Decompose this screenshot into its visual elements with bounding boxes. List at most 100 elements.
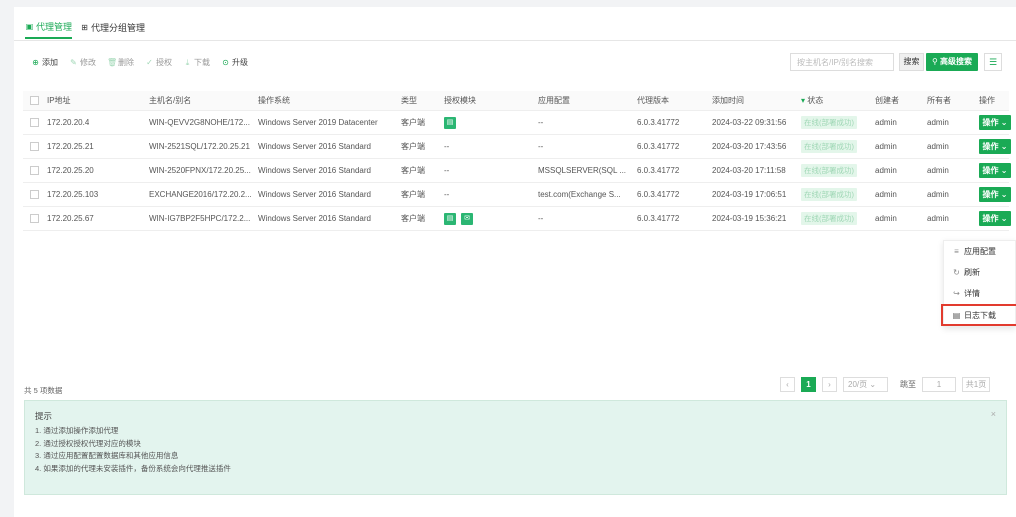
col-app-config[interactable]: 应用配置 [538,91,570,110]
cell-add-time: 2024-03-19 17:06:51 [712,190,787,199]
cell-host: EXCHANGE2016/172.20.2... [149,190,252,199]
status-badge: 在线(部署成功) [801,188,857,202]
upgrade-button[interactable]: ⊙ 升级 [221,57,248,68]
cell-modules: ▤ ✉ [444,207,478,230]
col-host[interactable]: 主机名/别名 [149,91,191,110]
menu-item-details[interactable]: ↪ 详情 [944,283,1015,304]
actions-button[interactable]: 操作 ⌄ [979,115,1011,130]
row-checkbox[interactable] [30,166,39,175]
actions-label: 操作 [982,166,999,175]
tip-line: 4. 如果添加的代理未安装插件，备份系统会向代理推送插件 [35,463,231,473]
menu-item-app-config[interactable]: ≡ 应用配置 [944,241,1015,262]
tab-divider [14,40,1016,41]
edit-button[interactable]: ✎ 修改 [69,57,96,68]
search-button[interactable]: 搜索 [899,53,924,71]
status-badge: 在线(部署成功) [801,164,857,178]
tip-line: 3. 通过应用配置配置数据库和其他应用信息 [35,451,179,460]
col-status-label: 状态 [807,96,824,105]
table-row[interactable]: 172.20.25.103 EXCHANGE2016/172.20.2... Win… [23,183,1011,207]
prev-page-button[interactable]: ‹ [780,377,795,392]
row-checkbox[interactable] [30,142,39,151]
col-modules[interactable]: 授权模块 [444,91,476,110]
column-settings-button[interactable]: ☰ [984,53,1002,71]
col-os[interactable]: 操作系统 [258,91,290,110]
table-row[interactable]: 172.20.25.67 WIN-IG7BP2F5HPC/172.2... Wind… [23,207,1011,231]
table-row[interactable]: 172.20.25.20 WIN-2520FPNX/172.20.25... Win… [23,159,1011,183]
cell-os: Windows Server 2016 Standard [258,142,371,151]
cell-actions: 操作 ⌄ [979,207,1013,230]
authorize-button[interactable]: ✓ 授权 [145,57,172,68]
cell-type: 客户端 [401,118,425,127]
jump-label: 跳至 [900,380,916,389]
tab-agent-group-management[interactable]: ⊞ 代理分组管理 [80,15,145,39]
modules-empty: -- [444,142,450,151]
col-version[interactable]: 代理版本 [637,91,669,110]
menu-item-label: 刷新 [964,268,980,277]
cell-type: 客户端 [401,166,425,175]
close-icon[interactable]: × [991,409,996,419]
col-add-time[interactable]: 添加时间 [712,91,744,110]
tab-agent-management[interactable]: ▣ 代理管理 [25,15,73,39]
row-checkbox[interactable] [30,118,39,127]
col-type[interactable]: 类型 [401,91,417,110]
menu-item-refresh[interactable]: ↻ 刷新 [944,262,1015,283]
download-button[interactable]: ⤓ 下载 [183,57,210,68]
actions-button[interactable]: 操作 ⌄ [979,139,1011,154]
next-page-button[interactable]: › [822,377,837,392]
modules-empty: -- [444,166,450,175]
add-button[interactable]: ⊕ 添加 [31,57,58,68]
tip-line: 2. 通过授权授权代理对应的模块 [35,438,141,448]
filter-icon: ▾ [801,96,806,105]
cell-actions: 操作 ⌄ [979,159,1013,182]
mail-module-icon: ✉ [461,212,473,225]
actions-button[interactable]: 操作 ⌄ [979,211,1011,226]
actions-button[interactable]: 操作 ⌄ [979,163,1011,178]
cell-owner: admin [927,166,949,175]
cell-host: WIN-2520FPNX/172.20.25... [149,166,251,175]
advanced-search-button[interactable]: ⚲ 高级搜索 [926,53,978,71]
tips-panel: 提示 1. 通过添加操作添加代理 2. 通过授权授权代理对应的模块 3. 通过应… [24,400,1007,495]
share-arrow-icon: ↪ [953,289,960,298]
actions-button[interactable]: 操作 ⌄ [979,187,1011,202]
chevron-left-icon: ‹ [786,380,789,389]
search-input[interactable] [790,53,894,71]
table-header: IP地址 主机名/别名 操作系统 类型 授权模块 应用配置 代理版本 添加时间 … [23,91,1009,111]
upgrade-icon: ⊙ [222,58,229,67]
col-ip[interactable]: IP地址 [47,91,71,110]
cell-creator: admin [875,166,897,175]
cell-version: 6.0.3.41772 [637,118,680,127]
table-row[interactable]: 172.20.20.4 WIN-QEVV2G8NOHE/172... Windows… [23,111,1011,135]
modules-empty: -- [444,190,450,199]
cell-ip: 172.20.25.21 [47,142,94,151]
delete-button[interactable]: 🗑 删除 [107,57,134,68]
menu-item-log-download[interactable]: ▤ 日志下载 [941,304,1016,326]
col-owner[interactable]: 所有者 [927,91,951,110]
chevron-right-icon: › [828,380,831,389]
page-size-select[interactable]: 20/页 ⌄ [843,377,888,392]
select-all-checkbox[interactable] [30,96,39,105]
advanced-search-label: 高级搜索 [940,57,973,66]
cell-status: 在线(部署成功) [801,135,857,158]
col-creator[interactable]: 创建者 [875,91,899,110]
check-icon: ✓ [146,58,153,67]
row-checkbox[interactable] [30,214,39,223]
chevron-down-icon: ⌄ [1000,142,1008,151]
group-icon: ⊞ [81,22,88,32]
agent-icon: ▣ [25,21,34,31]
page-number[interactable]: 1 [801,377,816,392]
delete-label: 删除 [118,58,134,67]
col-status[interactable]: ▾ 状态 [801,91,823,110]
table-row[interactable]: 172.20.25.21 WIN-2521SQL/172.20.25.21 Wind… [23,135,1011,159]
chevron-down-icon: ⌄ [1000,190,1008,199]
menu-item-label: 日志下载 [964,310,996,320]
cell-actions: 操作 ⌄ [979,183,1013,206]
menu-item-label: 应用配置 [964,247,996,256]
plus-circle-icon: ⊕ [32,58,39,67]
jump-page-input[interactable]: 1 [922,377,956,392]
cell-ip: 172.20.25.103 [47,190,99,199]
cell-app-config: MSSQLSERVER(SQL ... [538,166,627,175]
cell-os: Windows Server 2019 Datacenter [258,118,378,127]
edit-label: 修改 [80,58,96,67]
tips-title: 提示 [35,411,53,421]
row-checkbox[interactable] [30,190,39,199]
